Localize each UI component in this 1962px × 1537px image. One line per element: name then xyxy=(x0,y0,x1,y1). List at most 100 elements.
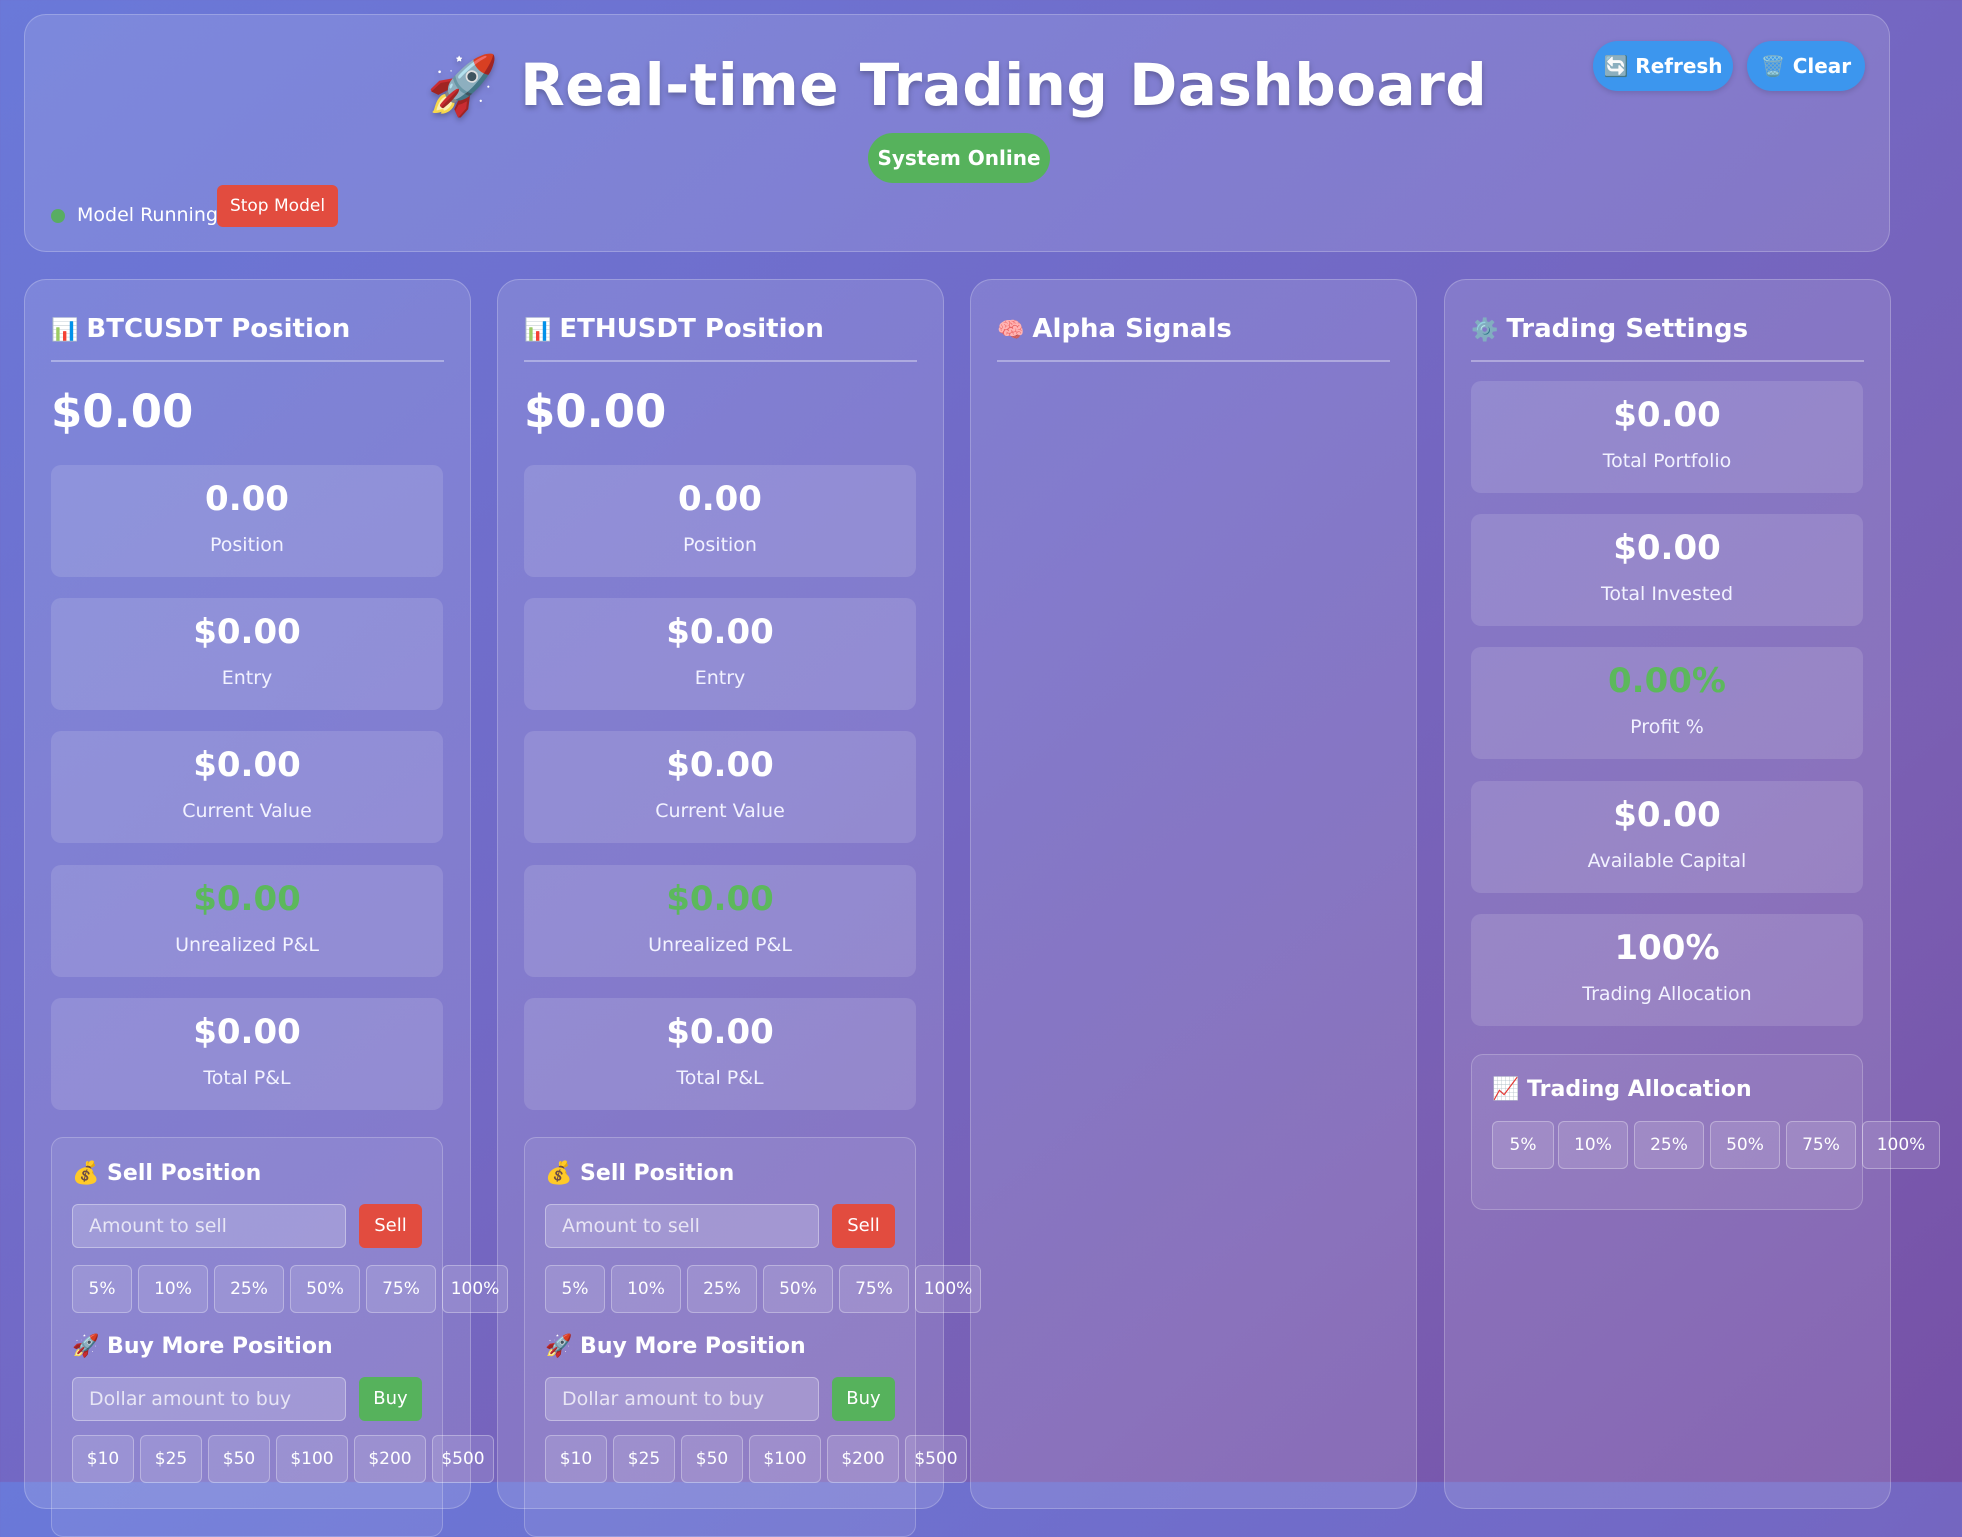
sell-pct-button[interactable]: 10% xyxy=(138,1265,208,1313)
buy-amount-button[interactable]: $25 xyxy=(613,1435,675,1483)
stat-label: Position xyxy=(210,534,284,556)
stat-label: Current Value xyxy=(182,800,312,822)
buy-amount-button[interactable]: $200 xyxy=(827,1435,899,1483)
sell-button[interactable]: Sell xyxy=(359,1204,422,1248)
stat-value: $0.00 xyxy=(666,612,774,652)
buy-amount-input[interactable]: Dollar amount to buy xyxy=(545,1377,819,1421)
dashboard-header: 🚀 Real-time Trading Dashboard System Onl… xyxy=(24,14,1890,252)
allocation-pct-button[interactable]: 75% xyxy=(1786,1121,1856,1169)
buy-amount-button[interactable]: $500 xyxy=(905,1435,967,1483)
stat-card-entry: $0.00 Entry xyxy=(524,598,916,710)
buy-amount-button[interactable]: $200 xyxy=(354,1435,426,1483)
stat-value: $0.00 xyxy=(193,879,301,919)
buy-amount-button[interactable]: $25 xyxy=(140,1435,202,1483)
panel-title-text: Trading Settings xyxy=(1506,314,1749,344)
buy-amount-button[interactable]: $100 xyxy=(749,1435,821,1483)
stop-model-button[interactable]: Stop Model xyxy=(217,185,338,227)
trading-settings-panel: ⚙️ Trading Settings $0.00 Total Portfolio… xyxy=(1444,279,1940,1509)
buy-amount-button[interactable]: $10 xyxy=(72,1435,134,1483)
panel-title: 🧠 Alpha Signals xyxy=(997,306,1390,362)
panel-title-text: Alpha Signals xyxy=(1032,314,1232,344)
panel-title: 📊 BTCUSDT Position xyxy=(51,306,444,362)
stat-value: 0.00 xyxy=(678,479,762,519)
sell-pct-button[interactable]: 10% xyxy=(611,1265,681,1313)
buy-section-title: 🚀 Buy More Position xyxy=(72,1334,333,1359)
sell-pct-button[interactable]: 75% xyxy=(839,1265,909,1313)
panel-title-text: BTCUSDT Position xyxy=(86,314,351,344)
stat-card-entry: $0.00 Entry xyxy=(51,598,443,710)
stat-label: Total Portfolio xyxy=(1602,450,1732,472)
stat-card-trading-allocation: 100% Trading Allocation xyxy=(1471,914,1863,1026)
stat-value: $0.00 xyxy=(193,745,301,785)
stat-label: Unrealized P&L xyxy=(175,934,319,956)
sell-section-title: 💰 Sell Position xyxy=(545,1161,735,1186)
buy-button[interactable]: Buy xyxy=(832,1377,895,1421)
allocation-controls: 📈 Trading Allocation 5% 10% 25% 50% 75% … xyxy=(1471,1054,1940,1210)
allocation-pct-button[interactable]: 10% xyxy=(1558,1121,1628,1169)
buy-amount-button[interactable]: $50 xyxy=(681,1435,743,1483)
allocation-pct-button[interactable]: 5% xyxy=(1492,1121,1554,1169)
buy-amount-input[interactable]: Dollar amount to buy xyxy=(72,1377,346,1421)
stat-label: Position xyxy=(683,534,757,556)
trade-controls: 💰 Sell Position Amount to sell Sell 5% 1… xyxy=(524,1137,981,1537)
eth-position-panel: 📊 ETHUSDT Position $0.00 0.00 Position $0… xyxy=(497,279,981,1537)
stat-label: Available Capital xyxy=(1587,850,1747,872)
buy-amount-button[interactable]: $50 xyxy=(208,1435,270,1483)
stat-label: Profit % xyxy=(1630,716,1704,738)
stat-value: 0.00% xyxy=(1608,661,1726,701)
stat-card-profit-pct: 0.00% Profit % xyxy=(1471,647,1863,759)
buy-section-title: 🚀 Buy More Position xyxy=(545,1334,806,1359)
allocation-pct-button[interactable]: 25% xyxy=(1634,1121,1704,1169)
stat-value: $0.00 xyxy=(193,612,301,652)
sell-pct-button[interactable]: 25% xyxy=(214,1265,284,1313)
panel-title: 📊 ETHUSDT Position xyxy=(524,306,917,362)
allocation-pct-button[interactable]: 50% xyxy=(1710,1121,1780,1169)
position-value: $0.00 xyxy=(524,385,667,438)
stat-card-total-pnl: $0.00 Total P&L xyxy=(524,998,916,1110)
sell-pct-button[interactable]: 50% xyxy=(763,1265,833,1313)
sell-pct-button[interactable]: 75% xyxy=(366,1265,436,1313)
stat-label: Unrealized P&L xyxy=(648,934,792,956)
stat-card-current-value: $0.00 Current Value xyxy=(524,731,916,843)
stat-card-total-invested: $0.00 Total Invested xyxy=(1471,514,1863,626)
sell-pct-button[interactable]: 5% xyxy=(72,1265,132,1313)
stat-label: Entry xyxy=(221,667,273,689)
gear-icon: ⚙️ xyxy=(1471,318,1499,343)
btc-position-panel: 📊 BTCUSDT Position $0.00 0.00 Position $0… xyxy=(24,279,508,1537)
sell-amount-input[interactable]: Amount to sell xyxy=(72,1204,346,1248)
chart-icon: 📊 xyxy=(524,318,552,343)
allocation-pct-button[interactable]: 100% xyxy=(1862,1121,1940,1169)
stat-card-available-capital: $0.00 Available Capital xyxy=(1471,781,1863,893)
panel-title-text: ETHUSDT Position xyxy=(559,314,824,344)
sell-pct-button[interactable]: 5% xyxy=(545,1265,605,1313)
stat-card-current-value: $0.00 Current Value xyxy=(51,731,443,843)
model-status-label: Model Running xyxy=(77,204,218,226)
stat-label: Current Value xyxy=(655,800,785,822)
buy-amount-button[interactable]: $100 xyxy=(276,1435,348,1483)
buy-button[interactable]: Buy xyxy=(359,1377,422,1421)
stat-card-position: 0.00 Position xyxy=(524,465,916,577)
sell-amount-input[interactable]: Amount to sell xyxy=(545,1204,819,1248)
stat-label: Entry xyxy=(694,667,746,689)
stat-label: Total P&L xyxy=(203,1067,291,1089)
status-dot-icon xyxy=(51,208,65,223)
sell-pct-button[interactable]: 25% xyxy=(687,1265,757,1313)
stat-value: $0.00 xyxy=(1613,528,1721,568)
stat-value: $0.00 xyxy=(1613,795,1721,835)
stat-card-total-pnl: $0.00 Total P&L xyxy=(51,998,443,1110)
sell-button[interactable]: Sell xyxy=(832,1204,895,1248)
clear-button[interactable]: 🗑️ Clear xyxy=(1747,41,1865,91)
refresh-button[interactable]: 🔄 Refresh xyxy=(1593,41,1733,91)
stat-label: Trading Allocation xyxy=(1582,983,1752,1005)
stat-value: 0.00 xyxy=(205,479,289,519)
stat-value: $0.00 xyxy=(1613,395,1721,435)
stat-card-position: 0.00 Position xyxy=(51,465,443,577)
alpha-signals-panel: 🧠 Alpha Signals xyxy=(970,279,1417,1509)
sell-pct-button[interactable]: 50% xyxy=(290,1265,360,1313)
buy-amount-button[interactable]: $10 xyxy=(545,1435,607,1483)
buy-amount-button[interactable]: $500 xyxy=(432,1435,494,1483)
stat-card-total-portfolio: $0.00 Total Portfolio xyxy=(1471,381,1863,493)
stat-card-unrealized-pnl: $0.00 Unrealized P&L xyxy=(51,865,443,977)
system-status-badge: System Online xyxy=(868,133,1050,183)
stat-label: Total Invested xyxy=(1600,583,1734,605)
